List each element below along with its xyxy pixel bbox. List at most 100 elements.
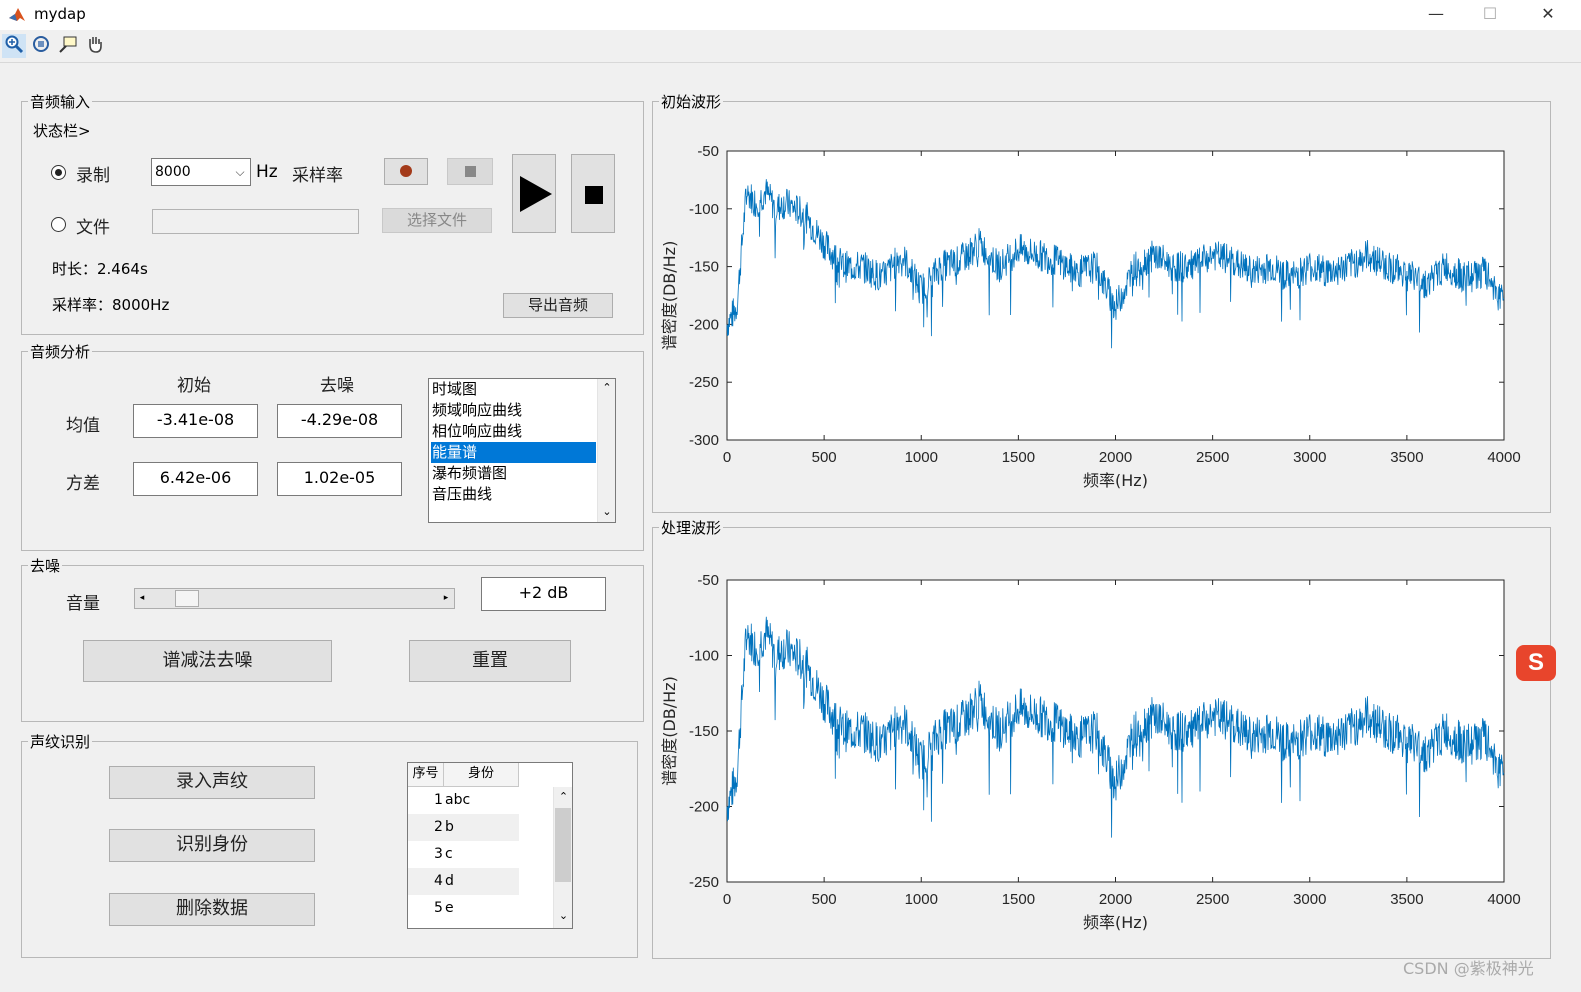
initial-spectrum-chart: 0 500 1000 1500 2000 2500 3000 3500 4000 -50 -100 -…: [660, 143, 1521, 490]
x-tick-label: 1500: [1002, 891, 1035, 908]
spectral-subtraction-button[interactable]: 谱减法去噪: [83, 640, 332, 682]
plot-type-item[interactable]: 音压曲线: [431, 484, 596, 505]
plot-area: [726, 150, 1505, 441]
choose-file-button[interactable]: 选择文件: [382, 208, 492, 233]
duration-label: 时长：2.464s: [52, 260, 148, 278]
scroll-down-icon[interactable]: ⌄: [598, 503, 616, 521]
row-id: 1: [434, 792, 443, 808]
table-row[interactable]: 3 c: [408, 841, 519, 868]
row-id: 2: [434, 819, 443, 835]
x-tick-label: 3500: [1390, 891, 1423, 908]
file-label: 文件: [76, 218, 110, 238]
reset-button[interactable]: 重置: [409, 640, 571, 682]
row-variance-label: 方差: [66, 474, 100, 494]
table-header-id[interactable]: 序号: [408, 763, 444, 787]
scroll-down-icon[interactable]: ⌄: [554, 907, 572, 925]
identity-table[interactable]: 序号 身份 1 abc 2 b 3 c 4 d 5 e ⌃ ⌄: [407, 762, 573, 929]
record-stop-button[interactable]: [447, 158, 493, 185]
export-audio-button[interactable]: 导出音频: [503, 293, 613, 318]
y-tick-label: -250: [689, 374, 719, 391]
row-name: b: [445, 819, 454, 835]
stop-square-icon: [465, 166, 476, 177]
file-path-field[interactable]: [152, 209, 359, 234]
processed-waveform-title: 处理波形: [659, 517, 724, 538]
scroll-thumb[interactable]: [555, 808, 571, 882]
table-row[interactable]: 5 e: [408, 895, 519, 922]
table-header-name[interactable]: 身份: [444, 763, 519, 787]
minimize-button[interactable]: —: [1416, 2, 1456, 28]
record-radio[interactable]: [51, 165, 66, 180]
mean-initial-value: -3.41e-08: [133, 404, 258, 438]
row-name: abc: [445, 792, 471, 808]
y-tick-label: -250: [689, 874, 719, 891]
x-tick-label: 0: [723, 449, 731, 466]
x-tick-label: 3500: [1390, 449, 1423, 466]
data-cursor-icon[interactable]: [56, 34, 80, 58]
plot-type-item[interactable]: 时域图: [431, 379, 596, 400]
row-name: e: [445, 900, 454, 916]
table-scrollbar[interactable]: ⌃ ⌄: [553, 787, 572, 928]
row-id: 3: [434, 846, 443, 862]
plot-type-item-selected[interactable]: 能量谱: [431, 442, 596, 463]
matlab-logo-icon: [8, 6, 26, 24]
plot-type-item[interactable]: 相位响应曲线: [431, 421, 596, 442]
scroll-up-icon[interactable]: ⌃: [598, 379, 616, 397]
chevron-down-icon: ⌵: [235, 165, 245, 179]
volume-slider[interactable]: ◂ ▸: [134, 588, 455, 609]
x-tick-label: 500: [812, 891, 837, 908]
plot-type-item[interactable]: 瀑布频谱图: [431, 463, 596, 484]
x-tick-label: 2500: [1196, 891, 1229, 908]
plot-type-listbox[interactable]: 时域图 频域响应曲线 相位响应曲线 能量谱 瀑布频谱图 音压曲线 ⌃ ⌄: [428, 378, 616, 523]
table-row[interactable]: 2 b: [408, 814, 519, 841]
x-tick-label: 1500: [1002, 449, 1035, 466]
y-tick-label: -100: [689, 648, 719, 665]
plot-type-item[interactable]: 频域响应曲线: [431, 400, 596, 421]
col-initial-header: 初始: [177, 376, 211, 396]
identify-button[interactable]: 识别身份: [109, 829, 315, 862]
scroll-up-icon[interactable]: ⌃: [554, 787, 572, 805]
enroll-voiceprint-button[interactable]: 录入声纹: [109, 766, 315, 799]
sogou-ime-icon[interactable]: S: [1516, 645, 1556, 681]
y-tick-label: -200: [689, 799, 719, 816]
close-button[interactable]: ✕: [1528, 2, 1568, 28]
window-title: mydap: [34, 5, 86, 23]
row-mean-label: 均值: [66, 416, 100, 436]
x-tick-label: 4000: [1487, 891, 1520, 908]
sample-rate-dropdown[interactable]: 8000 ⌵: [151, 158, 251, 186]
pan-hand-icon[interactable]: [83, 34, 107, 58]
status-bar-label: 状态栏>: [33, 122, 91, 140]
file-radio[interactable]: [51, 217, 66, 232]
sample-rate-value: 8000: [155, 164, 191, 180]
x-axis-label: 频率(Hz): [1083, 913, 1148, 932]
record-label: 录制: [76, 166, 110, 186]
table-row[interactable]: 4 d: [408, 868, 519, 895]
x-tick-label: 1000: [905, 891, 938, 908]
x-tick-label: 1000: [905, 449, 938, 466]
row-id: 4: [434, 873, 443, 889]
initial-waveform-title: 初始波形: [659, 91, 724, 112]
processed-spectrum-chart: 0 500 1000 1500 2000 2500 3000 3500 4000 -50 -100 -…: [660, 572, 1521, 932]
variance-initial-value: 6.42e-06: [133, 462, 258, 496]
volume-value: +2 dB: [481, 577, 606, 611]
denoise-title: 去噪: [28, 555, 63, 576]
play-button[interactable]: [512, 154, 556, 233]
col-denoised-header: 去噪: [320, 376, 354, 396]
record-start-button[interactable]: [384, 158, 428, 185]
rotate-icon[interactable]: [29, 34, 53, 58]
slider-left-arrow-icon[interactable]: ◂: [136, 591, 148, 606]
table-row[interactable]: 1 abc: [408, 787, 519, 814]
record-dot-icon: [400, 165, 412, 177]
y-axis-label: 谱密度(DB/Hz): [660, 676, 679, 786]
stop-button[interactable]: [571, 154, 615, 233]
x-tick-label: 2500: [1196, 449, 1229, 466]
play-icon: [520, 176, 552, 212]
x-tick-label: 3000: [1293, 449, 1326, 466]
delete-data-button[interactable]: 删除数据: [109, 893, 315, 926]
slider-right-arrow-icon[interactable]: ▸: [440, 591, 452, 606]
maximize-button[interactable]: ☐: [1470, 2, 1510, 28]
slider-thumb[interactable]: [174, 590, 199, 607]
x-tick-label: 3000: [1293, 891, 1326, 908]
row-name: d: [445, 873, 454, 889]
listbox-scrollbar[interactable]: ⌃ ⌄: [597, 379, 615, 522]
zoom-in-icon[interactable]: [2, 34, 26, 58]
